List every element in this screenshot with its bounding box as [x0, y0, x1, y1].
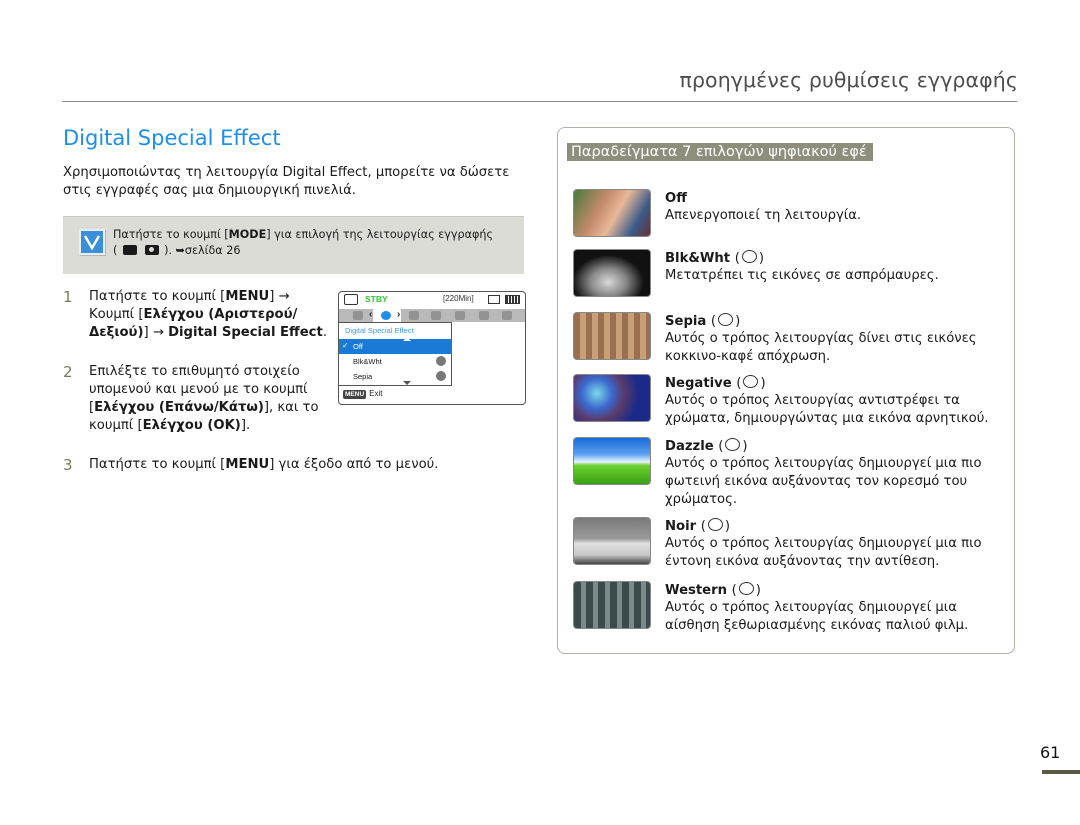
- chevron-left-icon: ‹: [369, 309, 373, 320]
- western-sample-image: [574, 582, 650, 628]
- digital-effect-tab-icon: [381, 311, 391, 320]
- zoom-tab-icon: [409, 311, 419, 320]
- tab-icon: [431, 311, 441, 320]
- camera-exit-hint: MENU Exit: [343, 389, 383, 399]
- movie-mode-icon: [344, 294, 358, 305]
- section-title: Digital Special Effect: [63, 126, 281, 150]
- tab-icon: [353, 311, 363, 320]
- negative-sample-image: [574, 375, 650, 421]
- noir-sample-image: [574, 518, 650, 564]
- sepia-effect-icon: [436, 371, 446, 381]
- note-text: Πατήστε το κουμπί [MODE] για επιλογή της…: [113, 228, 494, 257]
- standby-status: STBY: [365, 294, 388, 304]
- dazzle-sample-image: [574, 438, 650, 484]
- step-number: 1: [63, 288, 73, 306]
- submenu-item-off: ✓ Off: [339, 339, 452, 354]
- blkwht-effect-icon: [436, 356, 446, 366]
- check-icon: ✓: [342, 341, 349, 350]
- step-text: Πατήστε το κουμπί [MENU] → Κουμπί [Ελέγχ…: [89, 289, 328, 340]
- page-number-bar: [1042, 770, 1080, 774]
- blkwht-sample-image: [574, 250, 650, 296]
- off-sample-image: [574, 190, 650, 236]
- checkbox-icon: [79, 229, 105, 255]
- sepia-effect-icon: [718, 313, 734, 326]
- sepia-sample-image: [574, 313, 650, 359]
- page-number: 61: [1040, 743, 1061, 762]
- remaining-time: [220Min]: [443, 294, 474, 303]
- submenu-item-sepia: Sepia: [339, 369, 452, 384]
- camera-status-bar: STBY [220Min]: [339, 292, 525, 308]
- note-box: Πατήστε το κουμπί [MODE] για επιλογή της…: [63, 216, 524, 274]
- chapter-title: προηγμένες ρυθμίσεις εγγραφής: [679, 68, 1018, 92]
- memory-card-icon: [488, 295, 500, 304]
- video-mode-icon: [122, 245, 137, 255]
- header-divider: [62, 101, 1017, 102]
- western-effect-icon: [738, 582, 754, 595]
- step-number: 3: [63, 456, 73, 474]
- menu-button-icon: MENU: [343, 390, 367, 399]
- camera-menu-tabs: ‹ ›: [339, 308, 525, 322]
- photo-mode-icon: [144, 245, 159, 255]
- intro-paragraph: Χρησιμοποιώντας τη λειτουργία Digital Ef…: [63, 165, 510, 198]
- step-text: Επιλέξτε το επιθυμητό στοιχείο υπομενού …: [89, 364, 319, 433]
- noir-effect-icon: [707, 518, 723, 531]
- blkwht-effect-icon: [741, 250, 757, 263]
- camera-screen-illustration: STBY [220Min] ‹ › Digital Special Effect…: [338, 291, 526, 405]
- chevron-right-icon: ›: [397, 309, 401, 320]
- scroll-up-icon: [403, 337, 411, 341]
- dazzle-effect-icon: [725, 438, 741, 451]
- scroll-down-icon: [403, 381, 411, 385]
- camera-submenu: Digital Special Effect ✓ Off Blk&Wht Sep…: [339, 322, 452, 386]
- negative-effect-icon: [743, 375, 759, 388]
- submenu-item-blkwht: Blk&Wht: [339, 354, 452, 369]
- battery-icon: [505, 295, 520, 304]
- submenu-title: Digital Special Effect: [345, 326, 414, 335]
- tab-icon: [455, 311, 465, 320]
- examples-panel-title: Παραδείγματα 7 επιλογών ψηφιακού εφέ: [567, 143, 873, 161]
- step-text: Πατήστε το κουμπί [MENU] για έξοδο από τ…: [89, 457, 439, 472]
- settings-tab-icon: [502, 311, 512, 320]
- step-number: 2: [63, 363, 73, 381]
- tab-icon: [479, 311, 489, 320]
